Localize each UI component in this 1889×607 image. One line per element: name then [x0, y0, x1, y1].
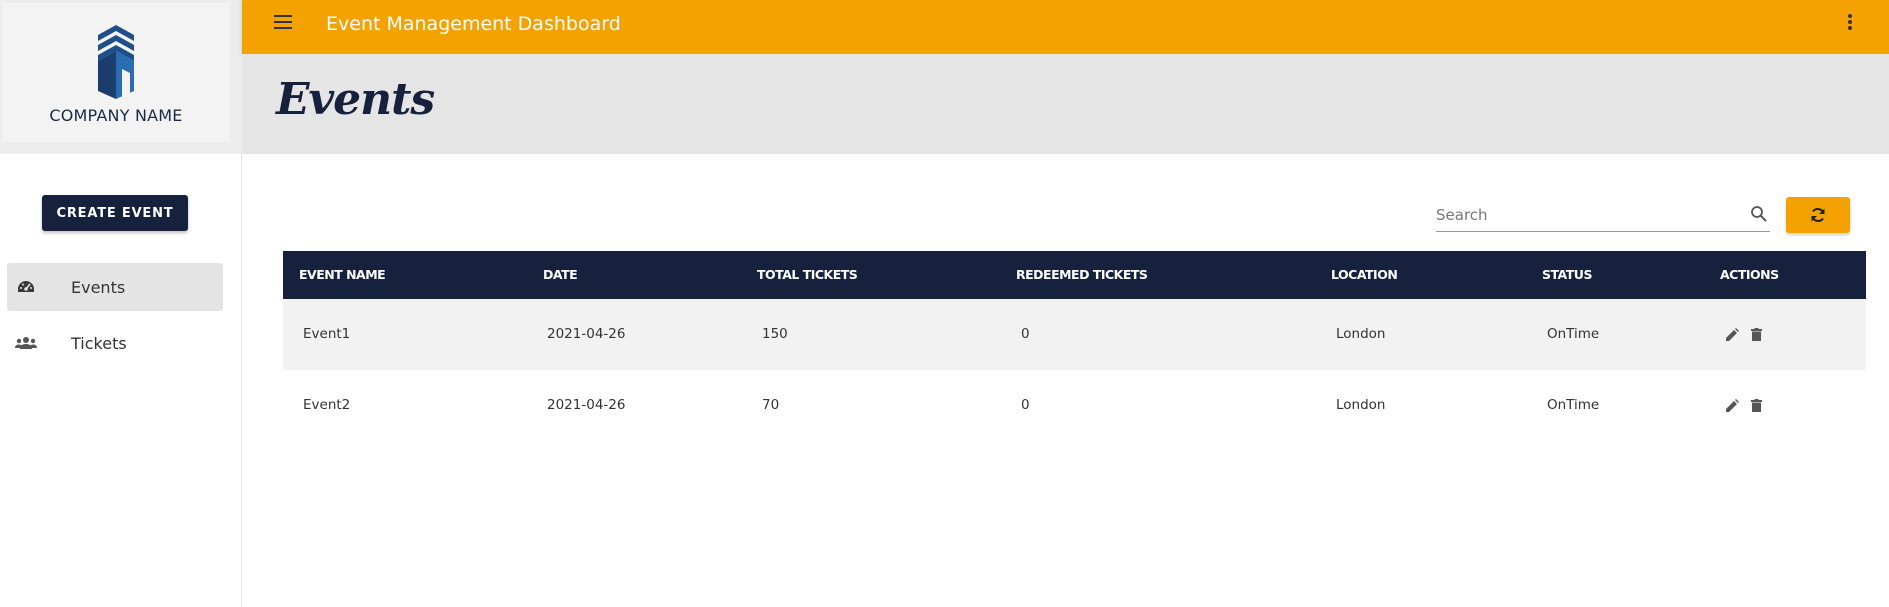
cell-location: London: [1336, 326, 1386, 342]
kebab-menu-icon[interactable]: [1847, 14, 1853, 32]
cell-event-name: Event2: [303, 397, 351, 413]
page-header: [242, 54, 1889, 154]
dashboard-gauge-icon: [15, 278, 37, 296]
sidebar: COMPANY NAME CREATE EVENT Events Tickets: [0, 0, 242, 607]
column-header-redeemed-tickets[interactable]: REDEEMED TICKETS: [1016, 251, 1148, 299]
table-row: Event1 2021-04-26 150 0 London OnTime: [283, 299, 1866, 370]
column-header-date[interactable]: DATE: [543, 251, 578, 299]
table-header: EVENT NAME DATE TOTAL TICKETS REDEEMED T…: [283, 251, 1866, 299]
search-input[interactable]: [1436, 204, 1736, 226]
users-group-icon: [15, 334, 37, 352]
column-header-actions: ACTIONS: [1720, 267, 1779, 282]
cell-redeemed-tickets: 0: [1021, 326, 1030, 342]
search-icon[interactable]: [1750, 205, 1768, 223]
column-header-status[interactable]: STATUS: [1542, 251, 1592, 299]
cell-date: 2021-04-26: [547, 397, 626, 413]
cell-status: OnTime: [1547, 326, 1600, 342]
row-actions: [1725, 370, 1763, 441]
logo-area: COMPANY NAME: [0, 0, 242, 154]
cell-location: London: [1336, 397, 1386, 413]
refresh-icon: [1811, 208, 1825, 222]
column-header-location[interactable]: LOCATION: [1331, 251, 1398, 299]
search-field: [1436, 200, 1770, 232]
cell-total-tickets: 150: [762, 326, 788, 342]
cell-status: OnTime: [1547, 397, 1600, 413]
edit-pencil-icon[interactable]: [1725, 399, 1739, 413]
logo-card: COMPANY NAME: [2, 3, 230, 142]
cell-total-tickets: 70: [762, 397, 780, 413]
events-table: EVENT NAME DATE TOTAL TICKETS REDEEMED T…: [283, 251, 1866, 441]
app-title: Event Management Dashboard: [326, 13, 621, 35]
refresh-button[interactable]: [1786, 197, 1850, 233]
delete-trash-icon[interactable]: [1749, 399, 1763, 413]
cell-event-name: Event1: [303, 326, 351, 342]
cell-redeemed-tickets: 0: [1021, 397, 1030, 413]
row-actions: [1725, 299, 1763, 370]
cell-date: 2021-04-26: [547, 326, 626, 342]
column-header-event-name[interactable]: EVENT NAME: [299, 251, 386, 299]
hamburger-menu-icon[interactable]: [274, 15, 292, 29]
column-header-total-tickets[interactable]: TOTAL TICKETS: [757, 251, 858, 299]
table-row: Event2 2021-04-26 70 0 London OnTime: [283, 370, 1866, 441]
company-logo-icon: [98, 25, 134, 99]
sidebar-item-tickets[interactable]: Tickets: [7, 319, 223, 367]
sidebar-item-label: Tickets: [71, 333, 127, 353]
page-title: Events: [276, 74, 435, 125]
delete-trash-icon[interactable]: [1749, 328, 1763, 342]
create-event-button[interactable]: CREATE EVENT: [42, 195, 188, 231]
sidebar-item-events[interactable]: Events: [7, 263, 223, 311]
edit-pencil-icon[interactable]: [1725, 328, 1739, 342]
sidebar-item-label: Events: [71, 277, 126, 297]
company-name: COMPANY NAME: [49, 106, 183, 125]
